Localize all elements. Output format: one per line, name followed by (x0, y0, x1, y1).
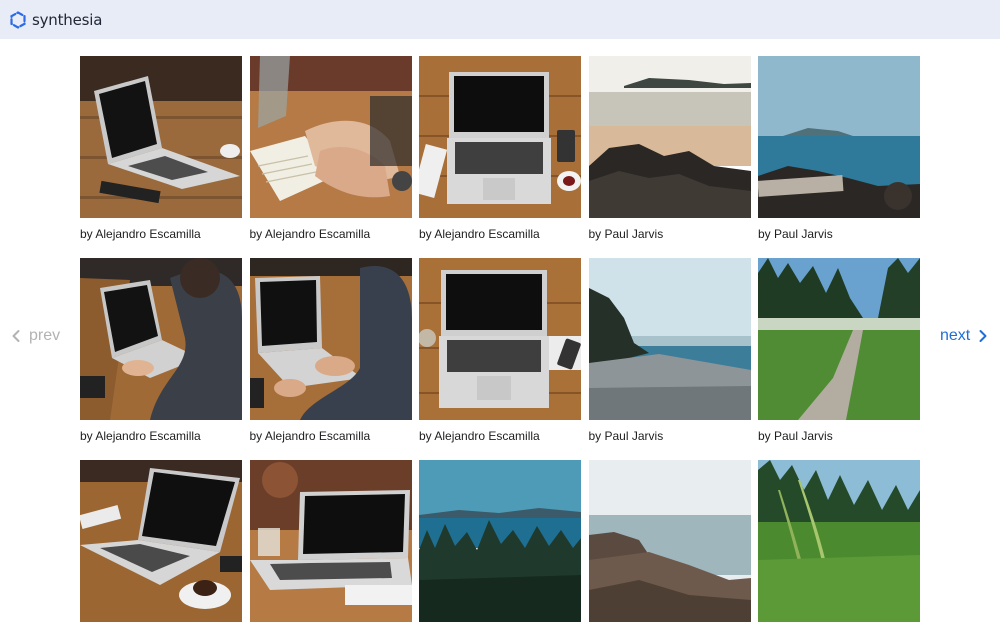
photo-person-typing-laptop[interactable] (80, 258, 242, 420)
photo-laptop-on-wood-table[interactable] (249, 460, 412, 622)
photo-credit: by Alejandro Escamilla (419, 227, 540, 241)
photo-credit: by Paul Jarvis (588, 429, 664, 443)
photo-card[interactable]: by Paul Jarvis (588, 56, 751, 248)
photo-credit: by Alejandro Escamilla (249, 429, 371, 443)
next-page-button[interactable]: next (940, 325, 988, 347)
synthesia-logo-icon (10, 10, 26, 29)
photo-card[interactable]: by Alejandro Escamilla (419, 56, 581, 248)
photo-laptop-top-view-2[interactable] (419, 258, 581, 420)
photo-card[interactable]: by Alejandro Escamilla (249, 56, 412, 248)
photo-credit (250, 622, 412, 631)
photo-card[interactable]: by Paul Jarvis (758, 258, 920, 450)
brand-name: synthesia (32, 10, 103, 29)
photo-credit: by Alejandro Escamilla (80, 429, 201, 443)
photo-grid: by Alejandro Escamilla by Alejandro Esca… (80, 56, 920, 631)
photo-credit: by Alejandro Escamilla (80, 227, 201, 241)
photo-credit (758, 622, 920, 631)
photo-tall-grass[interactable] (758, 460, 920, 622)
photo-card[interactable] (249, 460, 412, 631)
photo-credit: by Paul Jarvis (588, 227, 664, 241)
photo-card[interactable]: by Alejandro Escamilla (249, 258, 412, 450)
photo-laptop-top-view[interactable] (419, 56, 581, 218)
photo-credit (80, 622, 242, 631)
photo-person-typing-laptop-2[interactable] (249, 258, 412, 420)
photo-card[interactable] (758, 460, 920, 631)
photo-pebble-shore[interactable] (588, 258, 751, 420)
photo-card[interactable]: by Alejandro Escamilla (80, 56, 242, 248)
photo-laptop-on-desk[interactable] (80, 56, 242, 218)
photo-credit (589, 622, 751, 631)
chevron-left-icon (12, 330, 20, 342)
photo-credit (419, 622, 581, 631)
photo-hands-writing-notebook[interactable] (249, 56, 412, 218)
photo-card[interactable]: by Paul Jarvis (588, 258, 751, 450)
photo-card[interactable] (419, 460, 581, 631)
next-label: next (940, 327, 971, 344)
photo-credit: by Paul Jarvis (758, 227, 833, 241)
photo-rocky-coast[interactable] (588, 460, 751, 622)
photo-card[interactable]: by Paul Jarvis (758, 56, 920, 248)
photo-credit: by Alejandro Escamilla (249, 227, 371, 241)
photo-forest-and-lake[interactable] (419, 460, 581, 622)
photo-laptop-with-coffee[interactable] (80, 460, 242, 622)
photo-rocky-beach[interactable] (588, 56, 751, 218)
photo-card[interactable] (588, 460, 751, 631)
photo-card[interactable]: by Alejandro Escamilla (80, 258, 242, 450)
photo-credit: by Paul Jarvis (758, 429, 833, 443)
photo-card[interactable]: by Alejandro Escamilla (419, 258, 581, 450)
photo-credit: by Alejandro Escamilla (419, 429, 540, 443)
brand-logo[interactable]: synthesia (8, 10, 102, 30)
top-bar: synthesia (0, 0, 1000, 39)
prev-page-button[interactable]: prev (11, 325, 60, 347)
photo-forest-path[interactable] (758, 258, 920, 420)
photo-sea-with-driftwood[interactable] (758, 56, 920, 218)
chevron-right-icon (979, 330, 987, 342)
photo-card[interactable] (80, 460, 242, 631)
prev-label: prev (29, 327, 61, 344)
